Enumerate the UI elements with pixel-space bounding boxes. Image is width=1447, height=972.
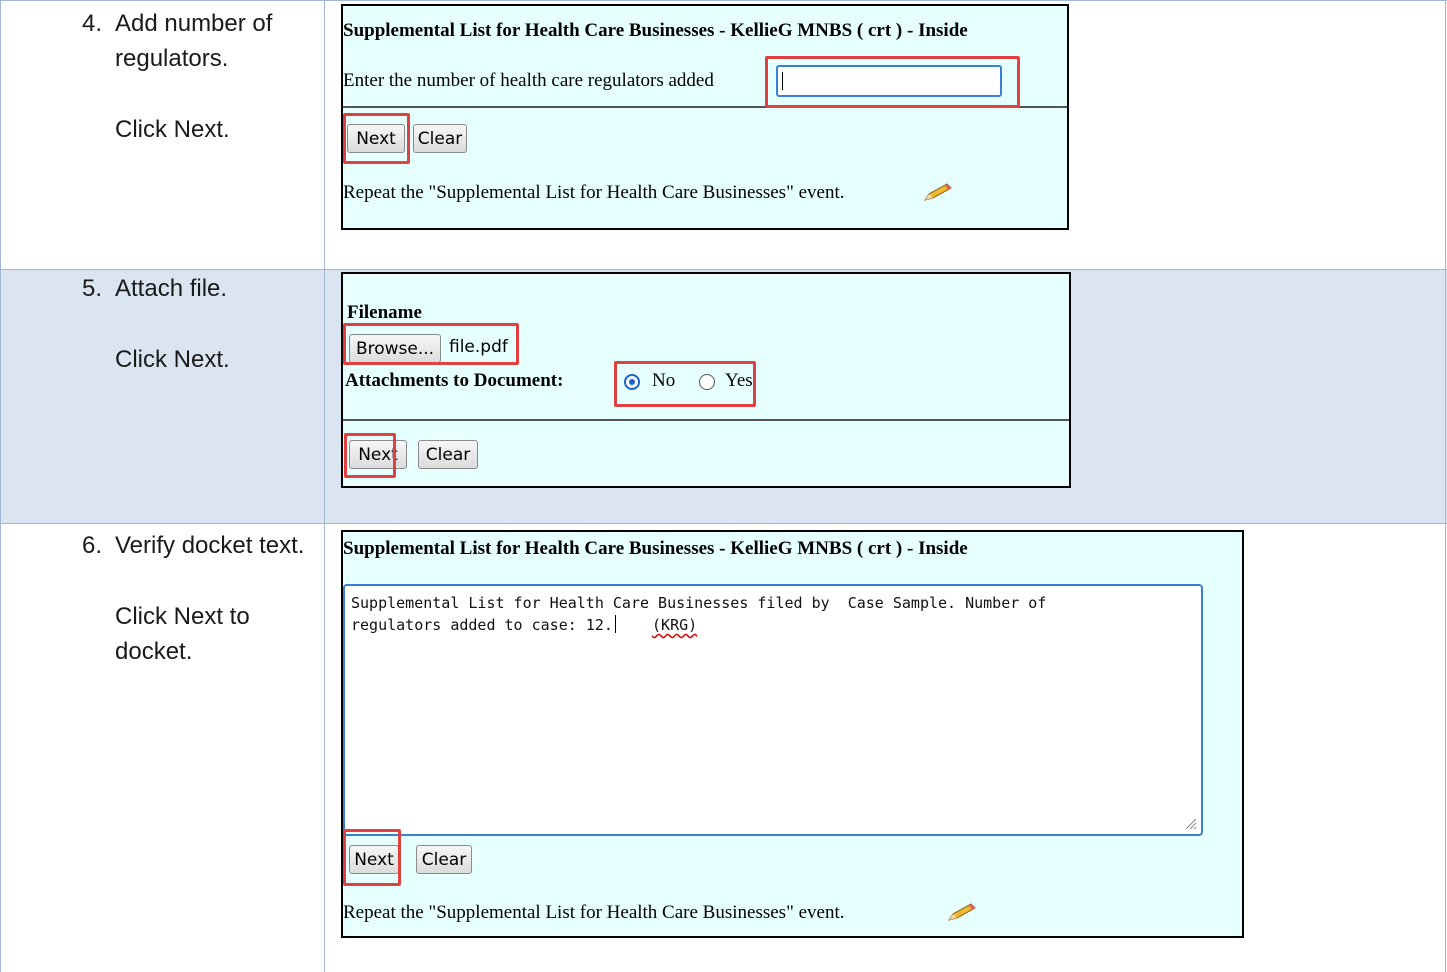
regulators-form-screenshot: Supplemental List for Health Care Busine… [341,4,1069,230]
regulators-field-label: Enter the number of health care regulato… [343,70,714,91]
step-number: 5. [82,275,103,302]
form-title: Supplemental List for Health Care Busine… [343,538,968,559]
repeat-event-text: Repeat the "Supplemental List for Health… [343,902,845,923]
radio-yes-label: Yes [725,370,753,391]
table-border [324,0,325,972]
next-button[interactable]: Next [349,440,407,469]
selected-file-name: file.pdf [449,337,508,357]
clear-button[interactable]: Clear [416,845,472,874]
table-border [0,0,1,972]
table-border [0,269,1447,270]
attach-file-form-screenshot: Filename Browse... file.pdf Attachments … [341,272,1071,488]
step-instruction: Attach file. [115,275,228,302]
instruction-table: 4. Add number of regulators. Click Next.… [0,0,1447,972]
repeat-event-text: Repeat the "Supplemental List for Health… [343,182,845,203]
clear-button[interactable]: Clear [418,440,478,469]
next-button[interactable]: Next [349,845,399,874]
step-action: Click Next. [115,346,230,373]
step-action: Click Next. [115,116,230,143]
step-number: 6. [82,532,103,559]
form-divider [343,106,1067,108]
step-action: Click Next to docket. [115,603,250,665]
text-cursor [614,615,616,633]
filename-label: Filename [347,302,422,323]
table-border [0,0,1447,1]
table-border [1445,0,1446,972]
radio-no-label: No [652,370,676,391]
step-number: 4. [82,10,103,37]
form-title: Supplemental List for Health Care Busine… [343,20,968,41]
pencil-icon[interactable] [923,182,953,202]
pencil-icon[interactable] [947,902,977,922]
regulators-count-input[interactable] [776,65,1002,97]
clear-button[interactable]: Clear [413,124,467,153]
docket-text: Supplemental List for Health Care Busine… [351,594,1047,634]
attachments-label: Attachments to Document: [345,370,564,391]
step-instruction: Add number of regulators. [115,10,273,72]
step-instruction: Verify docket text. [115,532,305,559]
table-border [0,523,1447,524]
browse-button[interactable]: Browse... [349,334,441,363]
resize-grip-icon[interactable] [1183,816,1197,830]
docket-text-area[interactable]: Supplemental List for Health Care Busine… [343,584,1203,836]
next-button[interactable]: Next [347,124,405,153]
docket-text-initials: (KRG) [652,616,698,634]
text-cursor [782,72,783,90]
attachments-yes-radio[interactable] [699,374,715,390]
attachments-no-radio[interactable] [624,374,640,390]
docket-text-form-screenshot: Supplemental List for Health Care Busine… [341,530,1244,938]
form-divider [343,419,1069,421]
